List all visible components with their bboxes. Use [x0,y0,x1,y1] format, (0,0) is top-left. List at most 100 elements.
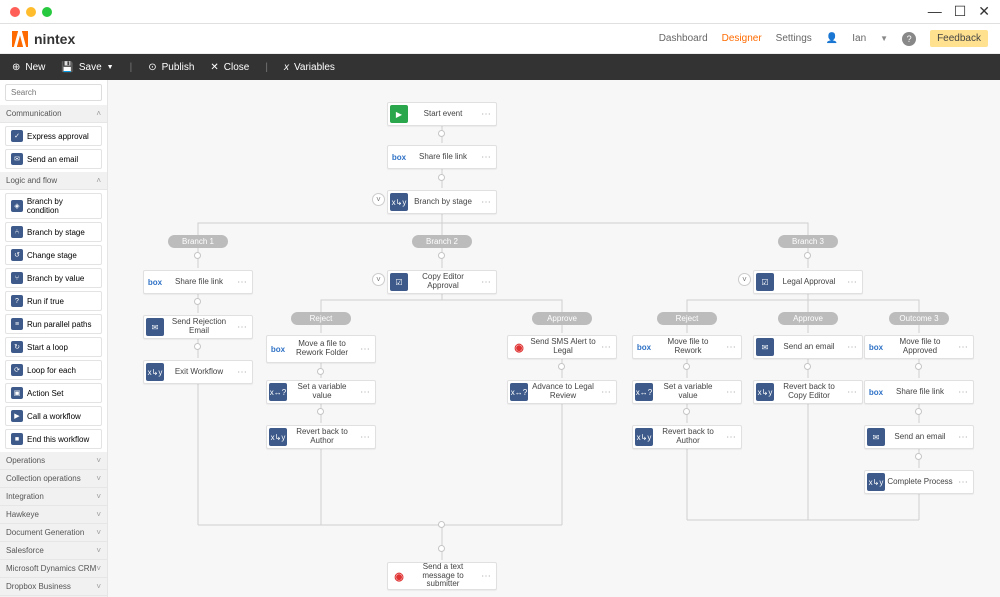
toolbar-variables[interactable]: x Variables [284,62,335,73]
node-share-file-link[interactable]: boxShare file link⋯ [387,145,497,169]
node-revert-author-2[interactable]: x↳yRevert back to Author⋯ [632,425,742,449]
more-icon[interactable]: ⋯ [723,342,739,353]
action-send-email[interactable]: ✉Send an email [5,149,102,169]
maximize-window-button[interactable] [42,7,52,17]
outcome-reject[interactable]: Reject [291,312,351,325]
connector-joint[interactable] [915,363,922,370]
action-change-stage[interactable]: ↺Change stage [5,245,102,265]
connector-joint[interactable] [438,545,445,552]
more-icon[interactable]: ⋯ [234,322,250,333]
connector-joint[interactable] [683,363,690,370]
node-revert-author-1[interactable]: x↳yRevert back to Author⋯ [266,425,376,449]
action-express-approval[interactable]: ✓Express approval [5,126,102,146]
connector-joint[interactable] [804,363,811,370]
connector-joint[interactable] [438,252,445,259]
more-icon[interactable]: ⋯ [955,342,971,353]
group-logic-flow[interactable]: Logic and flow˄ [0,172,107,190]
group-salesforce[interactable]: Salesforce˅ [0,542,107,560]
more-icon[interactable]: ⋯ [598,387,614,398]
action-branch-condition[interactable]: ◈Branch by condition [5,193,102,219]
action-run-if-true[interactable]: ?Run if true [5,291,102,311]
more-icon[interactable]: ⋯ [234,277,250,288]
outcome-approve-2[interactable]: Approve [778,312,838,325]
workflow-canvas[interactable]: ▶Start event⋯ boxShare file link⋯ ˅ x↳yB… [108,80,1000,597]
more-icon[interactable]: ⋯ [478,197,494,208]
node-move-file-approved[interactable]: boxMove file to Approved⋯ [864,335,974,359]
connector-joint[interactable] [804,252,811,259]
action-branch-stage[interactable]: ⑃Branch by stage [5,222,102,242]
node-legal-approval[interactable]: ☑Legal Approval⋯ [753,270,863,294]
group-document-gen[interactable]: Document Generation˅ [0,524,107,542]
nav-user[interactable]: Ian [852,33,866,44]
nav-dashboard[interactable]: Dashboard [659,33,708,44]
node-send-email-3[interactable]: ✉Send an email⋯ [864,425,974,449]
connector-joint[interactable] [915,408,922,415]
branch-pill-1[interactable]: Branch 1 [168,235,228,248]
group-integration[interactable]: Integration˅ [0,488,107,506]
node-revert-copy-editor[interactable]: x↳yRevert back to Copy Editor⋯ [753,380,863,404]
group-collection-ops[interactable]: Collection operations˅ [0,470,107,488]
outcome-reject-2[interactable]: Reject [657,312,717,325]
more-icon[interactable]: ⋯ [723,432,739,443]
connector-joint[interactable] [194,343,201,350]
connector-joint[interactable] [438,130,445,137]
node-set-variable-2[interactable]: x↔?Set a variable value⋯ [632,380,742,404]
group-operations[interactable]: Operations˅ [0,452,107,470]
more-icon[interactable]: ⋯ [844,387,860,398]
close-window-button[interactable] [10,7,20,17]
more-icon[interactable]: ⋯ [478,277,494,288]
connector-joint[interactable] [194,298,201,305]
node-send-email-2[interactable]: ✉Send an email⋯ [753,335,863,359]
connector-joint[interactable] [558,363,565,370]
expand-icon[interactable]: ˅ [372,273,385,286]
more-icon[interactable]: ⋯ [844,277,860,288]
node-send-rejection-email[interactable]: ✉Send Rejection Email⋯ [143,315,253,339]
more-icon[interactable]: ⋯ [598,342,614,353]
connector-joint[interactable] [194,252,201,259]
toolbar-close[interactable]: ✕ Close [210,62,249,73]
node-share-file-link-b3[interactable]: boxShare file link⋯ [864,380,974,404]
more-icon[interactable]: ⋯ [478,571,494,582]
connector-joint[interactable] [317,368,324,375]
chevron-down-icon[interactable]: ▼ [880,34,888,43]
more-icon[interactable]: ⋯ [955,387,971,398]
branch-pill-2[interactable]: Branch 2 [412,235,472,248]
node-send-text-message[interactable]: ◉Send a text message to submitter⋯ [387,562,497,590]
maximize-icon[interactable]: ☐ [954,3,967,20]
more-icon[interactable]: ⋯ [955,432,971,443]
node-move-file-rework-2[interactable]: boxMove file to Rework⋯ [632,335,742,359]
branch-pill-3[interactable]: Branch 3 [778,235,838,248]
connector-joint[interactable] [915,453,922,460]
toolbar-publish[interactable]: ⊙ Publish [148,62,194,73]
action-call-workflow[interactable]: ▶Call a workflow [5,406,102,426]
close-icon[interactable]: ✕ [978,3,990,20]
more-icon[interactable]: ⋯ [357,344,373,355]
node-set-variable-1[interactable]: x↔?Set a variable value⋯ [266,380,376,404]
action-run-parallel[interactable]: ≡Run parallel paths [5,314,102,334]
more-icon[interactable]: ⋯ [955,477,971,488]
action-branch-value[interactable]: ⑂Branch by value [5,268,102,288]
nav-designer[interactable]: Designer [722,33,762,44]
more-icon[interactable]: ⋯ [357,432,373,443]
more-icon[interactable]: ⋯ [478,152,494,163]
node-sms-alert-legal[interactable]: ◉Send SMS Alert to Legal⋯ [507,335,617,359]
toolbar-save[interactable]: 💾 Save ▼ [61,62,113,73]
more-icon[interactable]: ⋯ [478,109,494,120]
node-start-event[interactable]: ▶Start event⋯ [387,102,497,126]
outcome-approve[interactable]: Approve [532,312,592,325]
more-icon[interactable]: ⋯ [723,387,739,398]
node-branch-by-stage[interactable]: x↳yBranch by stage⋯ [387,190,497,214]
node-move-file-rework[interactable]: boxMove a file to Rework Folder⋯ [266,335,376,363]
expand-icon[interactable]: ˅ [738,273,751,286]
group-dropbox-biz[interactable]: Dropbox Business˅ [0,578,107,596]
group-communication[interactable]: Communication˄ [0,105,107,123]
feedback-button[interactable]: Feedback [930,30,988,47]
expand-icon[interactable]: ˅ [372,193,385,206]
search-input[interactable] [5,84,102,101]
node-copy-editor-approval[interactable]: ☑Copy Editor Approval⋯ [387,270,497,294]
group-hawkeye[interactable]: Hawkeye˅ [0,506,107,524]
outcome-3[interactable]: Outcome 3 [889,312,949,325]
node-exit-workflow[interactable]: x↳yExit Workflow⋯ [143,360,253,384]
help-icon[interactable]: ? [902,32,916,46]
actions-sidebar[interactable]: Communication˄ ✓Express approval ✉Send a… [0,80,108,597]
